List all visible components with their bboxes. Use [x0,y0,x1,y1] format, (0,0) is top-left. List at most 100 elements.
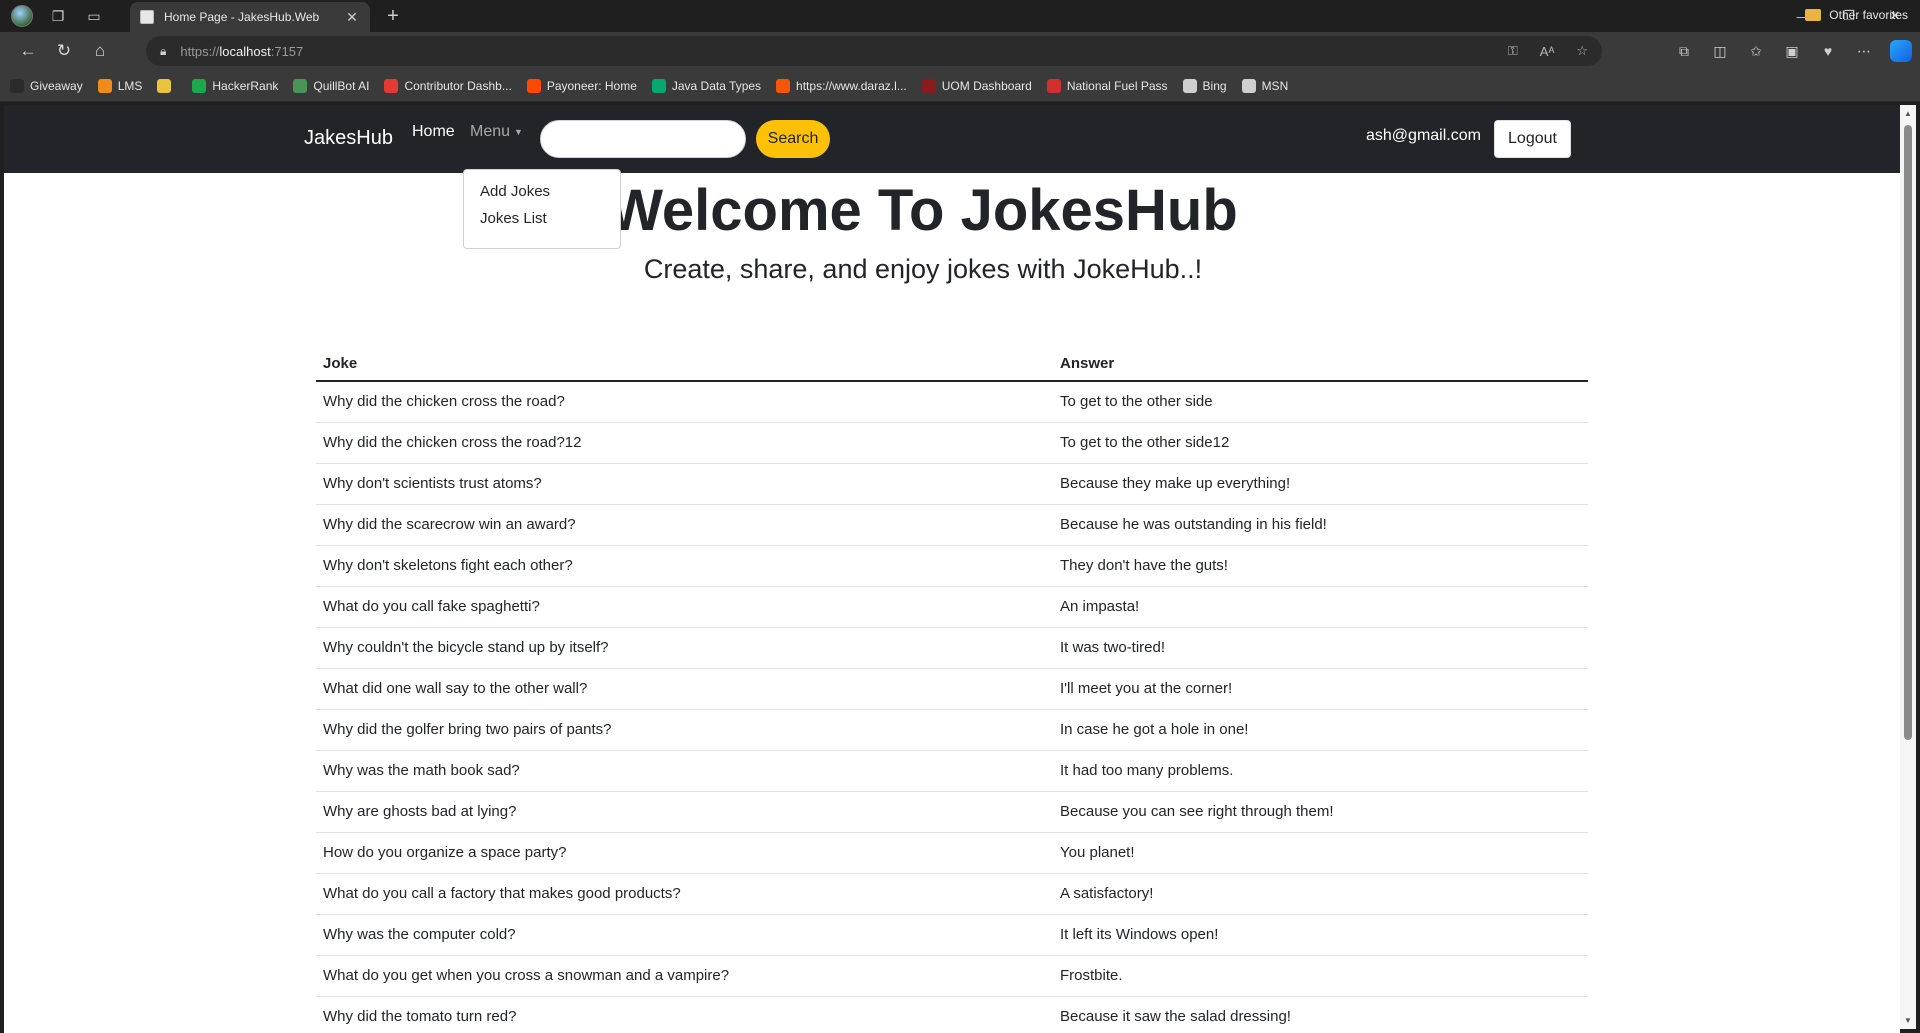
joke-cell: Why are ghosts bad at lying? [316,791,1053,833]
navbar-brand[interactable]: JakesHub [304,127,393,150]
bookmark-label: Payoneer: Home [546,78,637,93]
table-row: What do you call a factory that makes go… [316,873,1588,915]
bookmark-favicon-icon [97,78,112,93]
column-header-joke: Joke [316,335,1053,382]
table-row: Why don't scientists trust atoms? Because… [316,463,1588,505]
table-row: Why was the math book sad? It had too man… [316,750,1588,792]
home-button[interactable]: ⌂ [82,36,118,66]
workspaces-icon[interactable]: ❐ [44,2,72,30]
scroll-up-arrow-icon[interactable]: ▲ [1903,109,1913,118]
joke-cell: Why did the tomato turn red? [316,996,1053,1033]
vertical-tabs-icon[interactable]: ▭ [80,2,108,30]
joke-cell: Why couldn't the bicycle stand up by its… [316,627,1053,669]
bookmark-item[interactable]: UOM Dashboard [921,78,1032,93]
answer-cell: To get to the other side12 [1053,422,1588,464]
user-email: ash@gmail.com [1366,127,1481,144]
answer-cell: You planet! [1053,832,1588,874]
page-favicon-icon [140,10,154,24]
favorite-star-icon[interactable]: ☆ [1576,43,1588,59]
answer-cell: To get to the other side [1053,381,1588,423]
bookmark-item[interactable]: https://www.daraz.l... [776,78,907,93]
bookmark-item[interactable]: HackerRank [192,78,278,93]
bookmark-item[interactable]: Bing [1182,78,1227,93]
bookmark-favicon-icon [1241,78,1256,93]
page-title: Welcome To JokesHub [608,178,1238,243]
dropdown-item-jokes-list[interactable]: Jokes List [464,205,620,232]
joke-cell: Why did the chicken cross the road?12 [316,422,1053,464]
table-row: Why was the computer cold? It left its Wi… [316,914,1588,956]
browser-tab-active[interactable]: Home Page - JakesHub.Web ✕ [130,2,370,32]
answer-cell: An impasta! [1053,586,1588,628]
split-screen-icon[interactable]: ◫ [1702,43,1738,60]
table-row: What do you get when you cross a snowman… [316,955,1588,997]
column-header-answer: Answer [1053,335,1588,382]
page-subtitle: Create, share, and enjoy jokes with Joke… [643,254,1203,284]
bookmark-item[interactable]: QuillBot AI [293,78,370,93]
nav-menu-dropdown-toggle[interactable]: Menu ▼ [470,123,523,141]
back-button[interactable]: ← [10,36,46,66]
bookmark-label: UOM Dashboard [941,78,1032,93]
scroll-down-arrow-icon[interactable]: ▼ [1903,1016,1913,1025]
bookmark-item[interactable]: Payoneer: Home [526,78,637,93]
bookmark-item[interactable] [157,78,177,93]
table-row: What do you call fake spaghetti? An impas… [316,586,1588,628]
bookmark-item[interactable]: Contributor Dashb... [384,78,512,93]
bookmark-item[interactable]: Giveaway [10,78,83,93]
joke-cell: Why don't skeletons fight each other? [316,545,1053,587]
bookmark-item[interactable]: Java Data Types [651,78,761,93]
favorites-icon[interactable]: ✩ [1738,43,1774,60]
joke-cell: Why was the math book sad? [316,750,1053,792]
joke-cell: Why did the chicken cross the road? [316,381,1053,423]
url-host: localhost [219,43,271,59]
answer-cell: It was two-tired! [1053,627,1588,669]
table-row: Why did the chicken cross the road?12 To … [316,422,1588,464]
table-row: Why are ghosts bad at lying? Because you … [316,791,1588,833]
bookmark-favicon-icon [384,78,399,93]
bookmark-label: Giveaway [30,78,83,93]
answer-cell: In case he got a hole in one! [1053,709,1588,751]
search-button[interactable]: Search [756,120,830,158]
table-header-row: Joke Answer [316,335,1588,382]
password-key-icon[interactable]: ⚿ [1508,43,1518,59]
table-row: Why did the tomato turn red? Because it s… [316,996,1588,1033]
bookmark-favicon-icon [10,78,24,93]
collections-icon[interactable]: ▣ [1774,43,1810,60]
read-aloud-icon[interactable]: Aᴬ [1540,44,1555,59]
bookmark-label: QuillBot AI [313,78,370,93]
bookmark-item[interactable]: MSN [1241,78,1288,93]
bookmarks-bar: Giveaway LMS HackerRank QuillBot AI Contribu… [0,70,1920,102]
table-row: Why did the scarecrow win an award? Becau… [316,504,1588,546]
address-bar[interactable]: 🔒︎ https://localhost:7157 ⚿ Aᴬ ☆ [146,36,1602,66]
bookmark-label: Contributor Dashb... [404,78,512,93]
new-tab-button[interactable]: + [380,3,406,29]
browser-toolbar: ← ↻ ⌂ 🔒︎ https://localhost:7157 ⚿ Aᴬ ☆ [0,32,1920,70]
answer-cell: Because he was outstanding in his field! [1053,504,1588,546]
logout-button[interactable]: Logout [1494,120,1571,158]
jokes-table: Joke Answer Why did the chicken cross th… [316,335,1588,1033]
nav-link-home[interactable]: Home [412,123,455,141]
browser-essentials-icon[interactable]: ♥ [1810,43,1846,59]
scrollbar-thumb[interactable] [1904,125,1912,740]
refresh-button[interactable]: ↻ [46,36,82,66]
joke-cell: Why don't scientists trust atoms? [316,463,1053,505]
profile-avatar-button[interactable] [8,2,36,30]
bookmark-item[interactable]: National Fuel Pass [1046,78,1168,93]
url-protocol: https:// [180,43,220,59]
table-row: How do you organize a space party? You pl… [316,832,1588,874]
extensions-icon[interactable]: ⧉ [1666,43,1702,60]
hero-section: Welcome To JokesHub Create, share, and e… [4,177,1900,285]
answer-cell: I'll meet you at the corner! [1053,668,1588,710]
bookmark-item[interactable]: LMS [97,78,142,93]
more-options-icon[interactable]: ⋯ [1846,43,1882,60]
browser-right-tools: ⧉ ◫ ✩ ▣ ♥ ⋯ [1666,32,1920,70]
close-tab-icon[interactable]: ✕ [344,9,360,26]
bookmark-label: National Fuel Pass [1066,78,1168,93]
copilot-icon[interactable] [1890,40,1912,62]
table-row: Why did the golfer bring two pairs of pa… [316,709,1588,751]
page-scrollbar[interactable]: ▲ ▼ [1900,105,1916,1029]
bookmark-favicon-icon [192,78,207,93]
answer-cell: It had too many problems. [1053,750,1588,792]
dropdown-item-add-jokes[interactable]: Add Jokes [464,178,620,205]
search-input[interactable] [540,120,746,158]
other-favorites-folder[interactable]: Other favorites [1805,8,1908,22]
